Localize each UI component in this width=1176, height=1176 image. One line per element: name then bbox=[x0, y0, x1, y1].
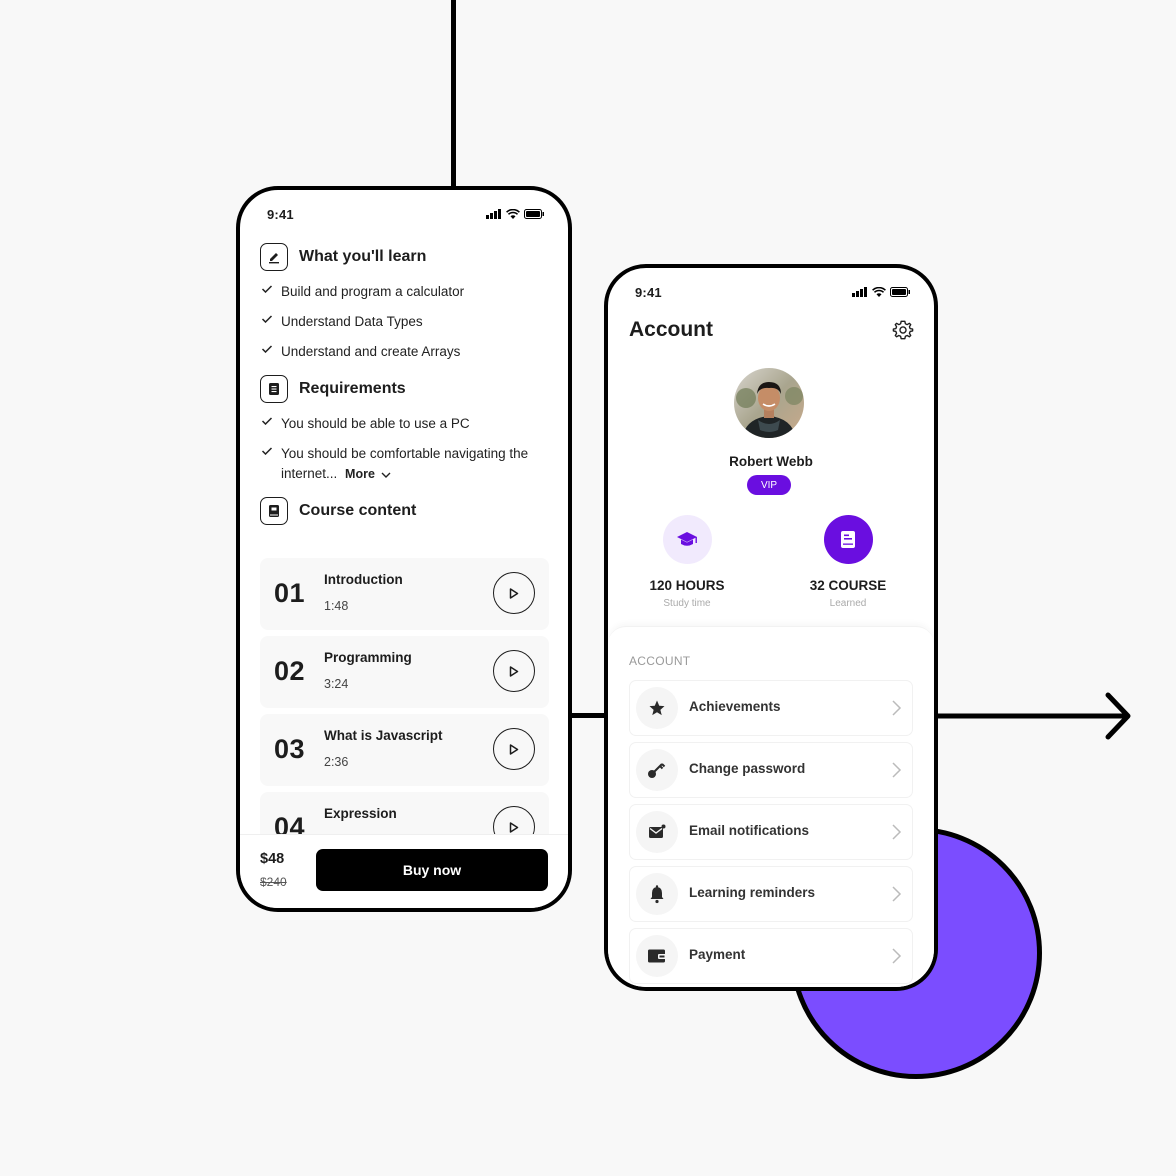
key-icon bbox=[636, 749, 678, 791]
chevron-down-icon bbox=[381, 472, 391, 478]
check-icon bbox=[261, 447, 273, 455]
purchase-bar: $48 $240 Buy now bbox=[240, 834, 568, 908]
lesson-number: 03 bbox=[274, 734, 306, 764]
vip-badge: VIP bbox=[747, 475, 791, 495]
lesson-number: 02 bbox=[274, 656, 306, 686]
account-settings-panel: ACCOUNT Achievements Change password Ema… bbox=[608, 626, 934, 987]
lesson-duration: 3:24 bbox=[324, 677, 349, 691]
check-icon bbox=[261, 345, 273, 353]
buy-now-button[interactable]: Buy now bbox=[316, 849, 548, 891]
stat-label: Learned bbox=[829, 598, 867, 609]
book-icon bbox=[260, 497, 288, 525]
account-phone: 9:41 Account Robert Webb VIP 120 HOURS S… bbox=[604, 264, 938, 991]
avatar-photo bbox=[734, 368, 804, 438]
learn-section-header: What you'll learn bbox=[260, 242, 548, 272]
chevron-right-icon bbox=[892, 762, 902, 778]
graduation-cap-icon bbox=[662, 515, 712, 564]
lesson-title: Expression bbox=[324, 806, 397, 821]
lesson-title: Programming bbox=[324, 650, 412, 665]
page-title: Account bbox=[629, 318, 713, 341]
avatar[interactable] bbox=[734, 368, 804, 438]
battery-icon bbox=[524, 209, 544, 219]
check-icon bbox=[261, 285, 273, 293]
play-icon bbox=[509, 587, 519, 599]
play-button[interactable] bbox=[493, 650, 535, 692]
content-section-header: Course content bbox=[260, 496, 548, 526]
battery-icon bbox=[890, 287, 910, 297]
status-bar: 9:41 bbox=[267, 206, 544, 222]
play-icon bbox=[509, 743, 519, 755]
more-link[interactable]: More bbox=[345, 467, 391, 481]
list-item: Understand Data Types bbox=[260, 312, 548, 332]
pen-icon bbox=[260, 243, 288, 271]
menu-item-change-password[interactable]: Change password bbox=[629, 742, 913, 798]
learn-section-title: What you'll learn bbox=[299, 248, 427, 265]
lesson-item[interactable]: 03 What is Javascript 2:36 bbox=[260, 714, 549, 786]
check-icon bbox=[261, 417, 273, 425]
current-price: $48 bbox=[260, 851, 285, 867]
play-icon bbox=[509, 821, 519, 833]
requirements-list: You should be able to use a PC You shoul… bbox=[260, 414, 548, 484]
lesson-item[interactable]: 01 Introduction 1:48 bbox=[260, 558, 549, 630]
wifi-icon bbox=[506, 209, 520, 219]
lesson-number: 01 bbox=[274, 578, 306, 608]
list-item: You should be able to use a PC bbox=[260, 414, 548, 434]
wallet-icon bbox=[636, 935, 678, 977]
status-bar: 9:41 bbox=[635, 284, 910, 300]
chevron-right-icon bbox=[892, 886, 902, 902]
lesson-item[interactable]: 02 Programming 3:24 bbox=[260, 636, 549, 708]
lesson-duration: 2:36 bbox=[324, 755, 349, 769]
chevron-right-icon bbox=[892, 700, 902, 716]
stat-label: Study time bbox=[663, 598, 711, 609]
book-icon bbox=[823, 515, 873, 564]
signal-icon bbox=[486, 209, 501, 219]
chevron-right-icon bbox=[892, 824, 902, 840]
stat-courses: 32 COURSE Learned bbox=[783, 515, 913, 609]
stat-value: 32 COURSE bbox=[809, 578, 887, 593]
learn-list: Build and program a calculator Understan… bbox=[260, 282, 548, 362]
play-button[interactable] bbox=[493, 728, 535, 770]
signal-icon bbox=[852, 287, 867, 297]
gear-icon[interactable] bbox=[892, 319, 914, 341]
arrow-right-icon bbox=[934, 692, 1131, 740]
course-details-phone: 9:41 What you'll learn Build and program… bbox=[236, 186, 572, 912]
mail-icon bbox=[636, 811, 678, 853]
original-price: $240 bbox=[260, 875, 287, 889]
list-item: Build and program a calculator bbox=[260, 282, 548, 302]
list-item: You should be comfortable navigating the… bbox=[260, 444, 548, 484]
content-section-title: Course content bbox=[299, 502, 417, 519]
connector-line-horizontal bbox=[568, 713, 608, 718]
user-name: Robert Webb bbox=[729, 454, 813, 469]
menu-item-payment[interactable]: Payment bbox=[629, 928, 913, 984]
section-label: ACCOUNT bbox=[629, 654, 691, 668]
lesson-title: Introduction bbox=[324, 572, 403, 587]
connector-line-vertical bbox=[451, 0, 456, 190]
play-icon bbox=[509, 665, 519, 677]
document-icon bbox=[260, 375, 288, 403]
lesson-duration: 1:48 bbox=[324, 599, 349, 613]
menu-item-learning-reminders[interactable]: Learning reminders bbox=[629, 866, 913, 922]
requirements-section-title: Requirements bbox=[299, 380, 406, 397]
status-time: 9:41 bbox=[267, 206, 294, 222]
list-item: Understand and create Arrays bbox=[260, 342, 548, 362]
menu-item-achievements[interactable]: Achievements bbox=[629, 680, 913, 736]
status-time: 9:41 bbox=[635, 284, 662, 300]
wifi-icon bbox=[872, 287, 886, 297]
menu-item-email-notifications[interactable]: Email notifications bbox=[629, 804, 913, 860]
lesson-title: What is Javascript bbox=[324, 728, 443, 743]
play-button[interactable] bbox=[493, 572, 535, 614]
bell-icon bbox=[636, 873, 678, 915]
stat-value: 120 HOURS bbox=[649, 578, 725, 593]
requirements-section-header: Requirements bbox=[260, 374, 548, 404]
star-icon bbox=[636, 687, 678, 729]
chevron-right-icon bbox=[892, 948, 902, 964]
check-icon bbox=[261, 315, 273, 323]
stat-study-time: 120 HOURS Study time bbox=[622, 515, 752, 609]
